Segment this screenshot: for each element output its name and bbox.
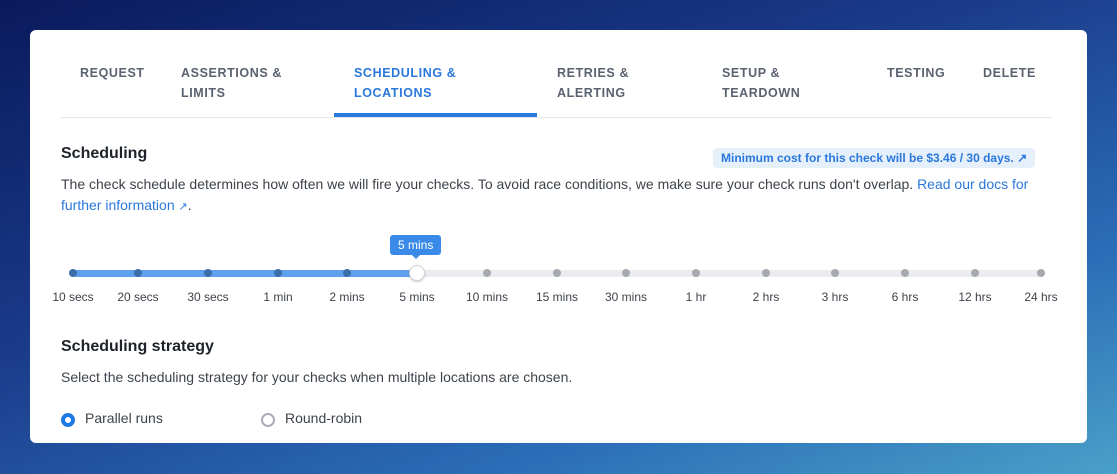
tab-label: LOCATIONS <box>354 86 433 100</box>
slider-tick[interactable] <box>901 269 909 277</box>
slider-tick[interactable] <box>343 269 351 277</box>
slider-tick[interactable] <box>553 269 561 277</box>
trailing-period: . <box>187 197 192 213</box>
tab-scheduling-locations[interactable]: SCHEDULING & LOCATIONS <box>354 63 456 103</box>
cost-text: Minimum cost for this check will be $3.4… <box>721 151 1014 165</box>
slider-tick[interactable] <box>762 269 770 277</box>
slider-option-label[interactable]: 5 mins <box>399 290 434 304</box>
slider-tick[interactable] <box>971 269 979 277</box>
slider-option-label[interactable]: 30 secs <box>187 290 228 304</box>
slider-option-label[interactable]: 15 mins <box>536 290 578 304</box>
slider-option-label[interactable]: 10 secs <box>52 290 93 304</box>
tab-label: SCHEDULING & <box>354 66 457 80</box>
tab-label: TEARDOWN <box>722 86 801 100</box>
slider-option-label[interactable]: 6 hrs <box>892 290 919 304</box>
slider-option-label[interactable]: 30 mins <box>605 290 647 304</box>
slider-option-label[interactable]: 24 hrs <box>1024 290 1057 304</box>
external-link-icon: ↗ <box>1017 151 1028 165</box>
tab-label: LIMITS <box>181 86 226 100</box>
slider-tick[interactable] <box>692 269 700 277</box>
scheduling-heading: Scheduling <box>61 145 148 162</box>
tab-testing[interactable]: TESTING <box>887 63 945 83</box>
tab-setup-teardown[interactable]: SETUP & TEARDOWN <box>722 63 800 103</box>
description-text: The check schedule determines how often … <box>61 176 914 192</box>
tab-label: REQUEST <box>80 66 145 80</box>
radio-label-parallel[interactable]: Parallel runs <box>85 410 163 426</box>
tab-divider <box>61 117 1052 118</box>
external-link-icon: ↗ <box>178 201 188 213</box>
slider-tick[interactable] <box>69 269 77 277</box>
slider-option-label[interactable]: 2 hrs <box>753 290 780 304</box>
slider-option-label[interactable]: 20 secs <box>117 290 158 304</box>
check-settings-card: REQUEST ASSERTIONS & LIMITS SCHEDULING & L… <box>30 30 1087 443</box>
slider-option-label[interactable]: 2 mins <box>329 290 364 304</box>
slider-fill <box>73 270 417 277</box>
strategy-heading: Scheduling strategy <box>61 338 214 355</box>
tab-label: RETRIES & <box>557 66 630 80</box>
slider-option-label[interactable]: 1 hr <box>686 290 707 304</box>
slider-option-label[interactable]: 10 mins <box>466 290 508 304</box>
slider-tick[interactable] <box>831 269 839 277</box>
slider-tick[interactable] <box>204 269 212 277</box>
tab-label: DELETE <box>983 66 1036 80</box>
slider-tooltip: 5 mins <box>390 235 442 259</box>
tab-retries-alerting[interactable]: RETRIES & ALERTING <box>557 63 629 103</box>
slider-option-label[interactable]: 12 hrs <box>958 290 991 304</box>
tab-label: TESTING <box>887 66 946 80</box>
radio-label-round-robin[interactable]: Round-robin <box>285 410 362 426</box>
cost-badge-link[interactable]: Minimum cost for this check will be $3.4… <box>713 148 1036 168</box>
slider-tick[interactable] <box>274 269 282 277</box>
slider-option-label[interactable]: 3 hrs <box>822 290 849 304</box>
tab-label: ALERTING <box>557 86 626 100</box>
tab-label: ASSERTIONS & <box>181 66 282 80</box>
tab-delete[interactable]: DELETE <box>983 63 1036 83</box>
strategy-description: Select the scheduling strategy for your … <box>61 369 573 385</box>
tab-request[interactable]: REQUEST <box>80 63 145 83</box>
radio-round-robin[interactable] <box>261 413 275 427</box>
slider-tick[interactable] <box>1037 269 1045 277</box>
slider-tick[interactable] <box>134 269 142 277</box>
slider-thumb[interactable] <box>409 265 425 281</box>
tab-label: SETUP & <box>722 66 781 80</box>
tab-assertions-limits[interactable]: ASSERTIONS & LIMITS <box>181 63 282 103</box>
scheduling-description: The check schedule determines how often … <box>61 174 1051 218</box>
slider-tick[interactable] <box>622 269 630 277</box>
slider-tick[interactable] <box>483 269 491 277</box>
radio-parallel-runs[interactable] <box>61 413 75 427</box>
slider-option-label[interactable]: 1 min <box>263 290 292 304</box>
